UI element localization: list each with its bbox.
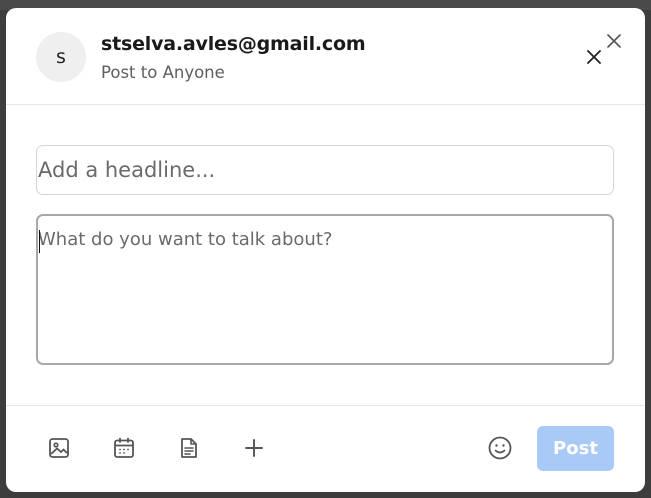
avatar[interactable]: s <box>36 32 86 82</box>
post-body-field[interactable] <box>36 214 614 365</box>
composer-toolbar: Post <box>6 405 645 492</box>
avatar-initial: s <box>56 46 66 68</box>
headline-field[interactable] <box>36 145 614 195</box>
post-composer-dialog: s stselva.avles@gmail.com Post to Anyone <box>6 8 645 492</box>
plus-icon <box>245 439 263 457</box>
composer-header: s stselva.avles@gmail.com Post to Anyone <box>6 8 645 105</box>
add-media-button[interactable] <box>44 433 74 463</box>
calendar-icon <box>114 437 134 458</box>
emoji-button[interactable] <box>485 433 515 463</box>
add-document-button[interactable] <box>174 433 204 463</box>
create-event-button[interactable] <box>109 433 139 463</box>
close-icon <box>587 50 601 64</box>
close-dialog-button[interactable] <box>582 45 606 69</box>
audience-selector[interactable]: Post to Anyone <box>101 63 225 82</box>
text-caret <box>39 230 40 253</box>
headline-input[interactable] <box>37 146 613 194</box>
more-options-button[interactable] <box>239 433 269 463</box>
user-email[interactable]: stselva.avles@gmail.com <box>101 33 366 55</box>
post-body-input[interactable] <box>38 216 612 363</box>
image-icon <box>49 438 69 458</box>
post-button[interactable]: Post <box>537 426 614 471</box>
document-icon <box>181 438 197 458</box>
close-icon[interactable] <box>603 30 625 52</box>
emoji-icon <box>488 436 512 460</box>
